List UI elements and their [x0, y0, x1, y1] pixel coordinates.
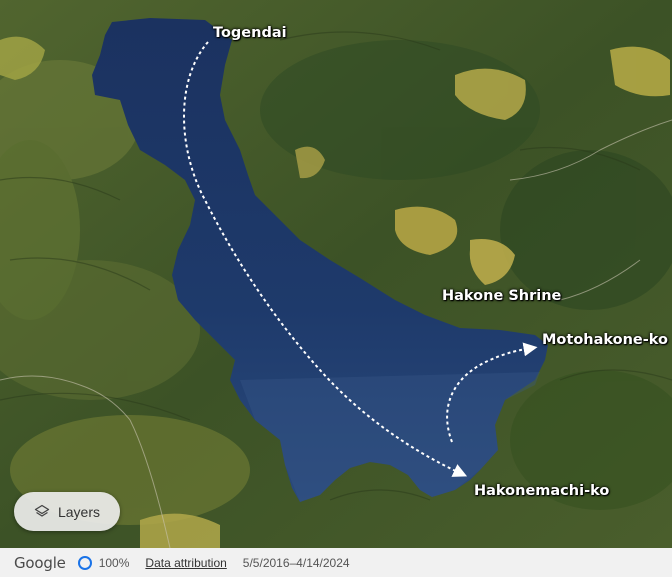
zoom-ring-icon	[77, 555, 92, 570]
data-attribution-link[interactable]: Data attribution	[145, 556, 226, 570]
zoom-level: 100%	[98, 555, 130, 570]
place-label-togendai[interactable]: Togendai	[213, 25, 287, 41]
imagery-date-range: 5/5/2016–4/14/2024	[242, 555, 350, 570]
place-label-hakone-shrine[interactable]: Hakone Shrine	[442, 288, 561, 304]
layers-button-label: Layers	[57, 503, 101, 520]
map-canvas[interactable]	[0, 0, 672, 548]
google-logo: Google	[14, 553, 66, 572]
place-label-motohakone-ko[interactable]: Motohakone-ko	[542, 332, 668, 348]
map-footer: Google 100% Data attribution 5/5/2016–4/…	[0, 548, 672, 577]
place-label-hakonemachi-ko[interactable]: Hakonemachi-ko	[474, 483, 609, 499]
layers-button[interactable]: Layers	[14, 492, 120, 531]
satellite-map[interactable]: Togendai Hakone Shrine Motohakone-ko Hak…	[0, 0, 672, 548]
layers-icon	[34, 504, 50, 517]
